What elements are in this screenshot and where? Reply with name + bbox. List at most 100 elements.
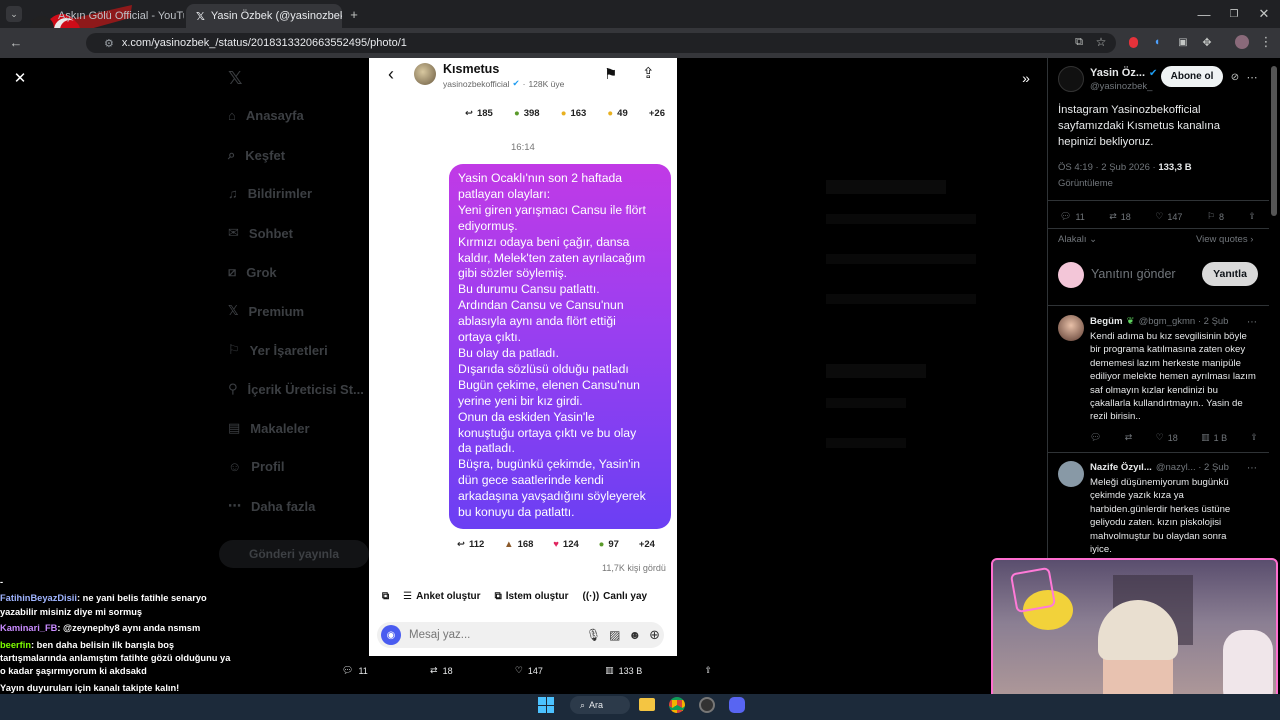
sidebar-item-home[interactable]: ⌂ Anasayfa — [228, 108, 304, 123]
minimize-icon[interactable]: — — [1196, 6, 1212, 22]
share-icon: ⇪ — [704, 665, 712, 675]
avatar[interactable] — [1058, 66, 1084, 92]
sidebar-item-label: Grok — [246, 264, 277, 280]
message-line: arkadaşına yavşadığını söyleyerek — [458, 489, 646, 504]
sidebar-item-label: Anasayfa — [245, 108, 304, 123]
reaction: ↩ 185 — [465, 108, 493, 119]
reaction: +26 — [648, 108, 665, 119]
heart-icon: ♡ — [1155, 211, 1164, 221]
message-placeholder: Mesaj yaz... — [409, 629, 471, 641]
views-button[interactable]: ▥ 1 B — [1201, 432, 1227, 443]
views-button[interactable]: ▥ 133 B — [605, 665, 642, 676]
more-icon[interactable]: ⋯ — [1246, 316, 1258, 328]
comment-icon: 💬︎ — [1060, 211, 1072, 221]
bookmark-star-icon[interactable]: ☆ — [1094, 35, 1108, 49]
repost-button[interactable]: ⇄ 18 — [430, 665, 453, 676]
heart-icon: ♡ — [514, 665, 523, 675]
new-tab-icon[interactable]: + — [346, 6, 362, 22]
extension-icon[interactable]: ◖ — [1150, 35, 1164, 49]
like-button[interactable]: ♡ 18 — [1156, 432, 1178, 443]
sidebar-item-grok[interactable]: ⧄ Grok — [228, 264, 277, 280]
reply-text: Meleği düşünemiyorum bugünkü çekimde yaz… — [1090, 477, 1231, 556]
relevant-dropdown[interactable]: Alakalı ⌄ — [1058, 234, 1097, 245]
message-line: patlayan olayları: — [458, 186, 551, 201]
reaction: +24 — [638, 539, 655, 550]
sidebar-item-notifications[interactable]: ♫ Bildirimler — [228, 186, 312, 201]
like-button[interactable]: ♡ 147 — [515, 665, 543, 676]
message-line: gibi sözler söylemiş. — [458, 266, 568, 281]
message-line: ediyormuş. — [458, 218, 518, 233]
sidebar-item-explore[interactable]: ⌕ Keşfet — [228, 147, 285, 163]
window-close-icon[interactable]: ✕ — [1256, 6, 1272, 22]
avatar[interactable] — [1235, 35, 1249, 49]
tab-x[interactable]: 𝕏 Yasin Özbek (@yasinozbek_) / X ✕ — [186, 4, 342, 28]
share-button[interactable]: ⇪ — [1250, 432, 1258, 443]
back-icon[interactable]: ← — [8, 34, 24, 50]
bookmark-button[interactable]: ⚐ 8 — [1207, 211, 1224, 222]
repost-button[interactable]: ⇄ 18 — [1109, 211, 1131, 222]
like-button[interactable]: ♡ 147 — [1155, 211, 1182, 222]
top-reactions: ↩ 185 ● 398 ● 163 ● 49 +26 — [465, 108, 665, 119]
scrollbar[interactable] — [1271, 66, 1277, 216]
extensions-puzzle-icon[interactable]: ✥ — [1200, 35, 1214, 49]
sidebar-item-profile[interactable]: ☺ Profil — [228, 459, 285, 474]
site-info-icon[interactable]: ⚙ — [104, 37, 114, 50]
reply-icon: ↩ — [457, 539, 465, 550]
restore-icon[interactable]: ❐ — [1226, 6, 1242, 22]
message-line: Dışarıda sözlüsü olduğu patladı — [458, 361, 629, 376]
message-line: Yasin Ocaklı'nın son 2 haftada — [458, 171, 623, 185]
message-line: dün gece saatlerinde kendi — [458, 473, 604, 488]
sidebar-item-label: Premium — [248, 303, 305, 319]
avatar[interactable] — [1058, 315, 1084, 341]
more-icon: ⋯ — [228, 498, 241, 513]
reply-input[interactable]: Yanıtını gönder — [1091, 267, 1176, 281]
reply-submit-button[interactable]: Yanıtla — [1202, 262, 1258, 286]
comment-icon: 💬︎ — [342, 665, 354, 675]
menu-dots-icon[interactable]: ⋮ — [1260, 34, 1273, 49]
poop-icon: ▲ — [504, 539, 514, 550]
reply-button[interactable]: 💬︎ — [1090, 432, 1101, 443]
phone-chips: ⧉ ☰ Anket oluştur ⧉ İstem oluştur ((·)) Can… — [382, 591, 677, 602]
chat-username: - — [0, 577, 4, 587]
tab-search-icon[interactable]: ⌄ — [6, 6, 22, 22]
more-icon[interactable]: ⋯ — [1246, 462, 1258, 474]
message-line: yerine yeni bir kız girdi. — [458, 393, 583, 408]
chat-message: FatihinBeyazDisii: ne yani belis fatihle… — [0, 592, 232, 619]
sidebar-item-chat[interactable]: ✉ Sohbet — [228, 225, 293, 241]
author-handle[interactable]: @yasinozbek_ — [1090, 81, 1152, 92]
windows-start-icon[interactable] — [538, 697, 554, 713]
post-button[interactable]: Gönderi yayınla — [219, 540, 369, 568]
app-icon[interactable] — [699, 697, 715, 713]
sidebar-item-premium[interactable]: 𝕏 Premium — [228, 303, 304, 319]
discord-icon[interactable] — [729, 697, 745, 713]
author-name[interactable]: Yasin Öz... ✔ — [1090, 67, 1157, 79]
close-icon[interactable]: ✕ — [10, 68, 30, 88]
leaf-icon: ❦ — [1126, 316, 1135, 327]
view-quotes-link[interactable]: View quotes › — [1196, 234, 1253, 245]
home-icon: ⌂ — [228, 108, 236, 123]
chrome-icon[interactable] — [669, 697, 685, 713]
sidebar-item-creator[interactable]: ⚲ İçerik Üreticisi St... — [228, 381, 364, 397]
grok-icon[interactable]: ⊘ — [1229, 71, 1241, 83]
sidebar-item-articles[interactable]: ▤ Makaleler — [228, 420, 310, 436]
extension-icon[interactable]: ▣ — [1176, 35, 1190, 49]
share-button[interactable]: ⇪ — [1248, 211, 1256, 222]
reply-button[interactable]: 💬︎ 11 — [1060, 211, 1085, 222]
sidebar-item-label: Daha fazla — [251, 498, 316, 514]
sidebar-item-more[interactable]: ⋯ Daha fazla — [228, 498, 315, 514]
reply-button[interactable]: 💬︎ 11 — [342, 665, 368, 676]
share-button[interactable]: ⇪ — [704, 665, 712, 676]
file-explorer-icon[interactable] — [639, 698, 655, 711]
message-line: ablasıyla aynı anda flört ettiği — [458, 314, 616, 329]
tab-youtube[interactable]: Aşkın Gölü Official - YouTube ✕ — [30, 4, 184, 28]
sidebar-item-bookmarks[interactable]: ⚐ Yer İşaretleri — [228, 342, 328, 358]
expand-icon[interactable]: » — [1018, 70, 1034, 86]
follow-button[interactable]: Abone ol — [1161, 66, 1223, 87]
repost-button[interactable]: ⇄ — [1125, 432, 1133, 443]
address-bar[interactable]: ⚙ x.com/yasinozbek_/status/2018313320663… — [86, 33, 1116, 53]
more-icon[interactable]: ⋯ — [1246, 71, 1258, 84]
taskbar-search[interactable]: ⌕ Ara — [570, 696, 630, 714]
avatar[interactable] — [1058, 461, 1084, 487]
extension-icon[interactable] — [1129, 37, 1138, 48]
install-icon[interactable]: ⧉ — [1072, 35, 1086, 49]
